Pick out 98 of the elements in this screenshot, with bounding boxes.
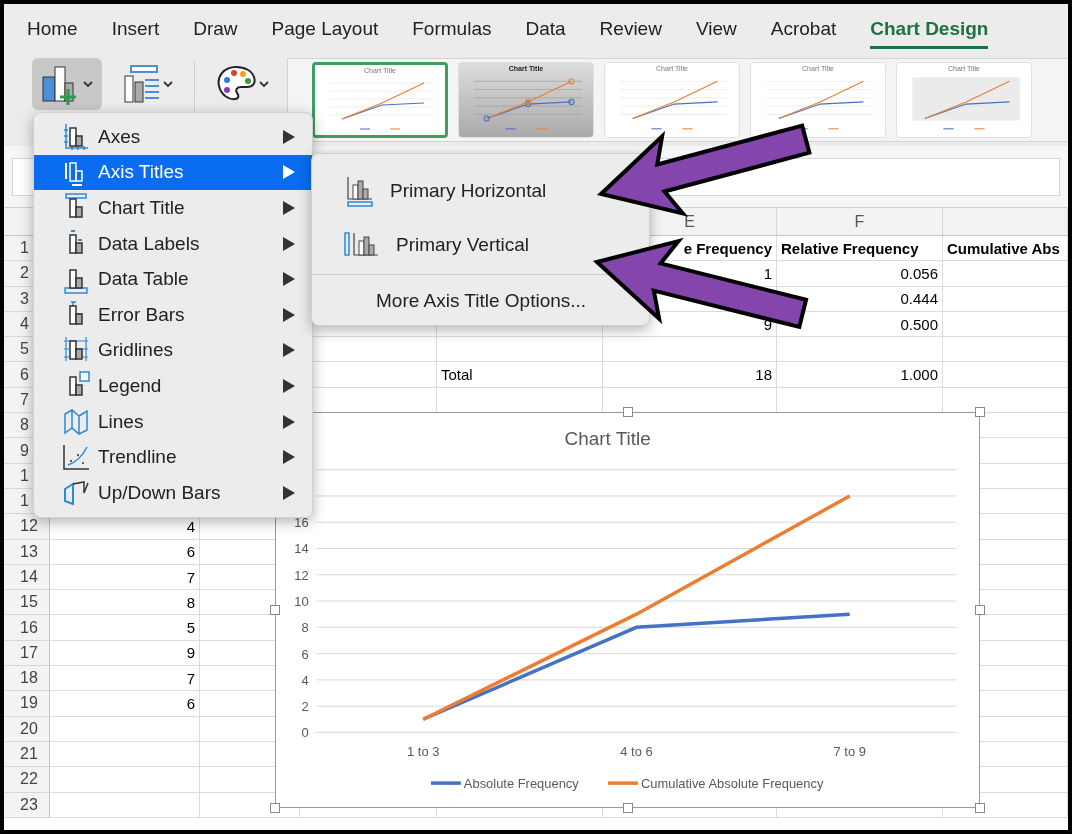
row-number[interactable]: 19: [4, 691, 50, 717]
submenu-arrow-icon: [282, 128, 296, 145]
menu-item[interactable]: Chart Title: [34, 190, 312, 226]
row-number[interactable]: 18: [4, 666, 50, 692]
resize-handle[interactable]: [975, 407, 985, 417]
table-cell: 6: [50, 539, 200, 565]
submenu-arrow-icon: [282, 377, 296, 394]
submenu-arrow-icon: [282, 164, 296, 181]
ribbon-tab[interactable]: View: [695, 11, 737, 49]
row-number[interactable]: 14: [4, 564, 50, 591]
chart-title: Chart Title: [564, 427, 651, 449]
submenu-arrow-icon: [282, 484, 296, 501]
table-cell: 7: [50, 666, 200, 692]
resize-handle[interactable]: [622, 803, 633, 813]
menu-item-label: Lines: [98, 410, 145, 433]
layout-icon: [121, 64, 161, 104]
axis-label: 4 to 6: [620, 744, 653, 760]
menu-item-label: Primary Horizontal: [390, 180, 547, 202]
resize-handle[interactable]: [975, 605, 985, 615]
caret-icon: [259, 80, 269, 88]
axis-label: 4: [301, 672, 309, 688]
table-cell: 7: [50, 564, 200, 591]
table-cell: Relative Frequency: [777, 236, 943, 262]
ribbon-tab[interactable]: Chart Design: [870, 11, 989, 49]
resize-handle[interactable]: [270, 605, 280, 615]
row-number[interactable]: 17: [4, 640, 50, 667]
row-number[interactable]: 12: [4, 514, 50, 540]
column-header[interactable]: F: [777, 208, 943, 236]
submenu-arrow-icon: [282, 235, 296, 252]
menu-item-label: Axis Titles: [98, 161, 185, 184]
menu-item-label: Gridlines: [98, 339, 174, 362]
ribbon-tab[interactable]: Review: [599, 11, 662, 49]
table-cell: 5: [50, 615, 200, 641]
axis-label: 1 to 3: [407, 744, 440, 760]
table-cell: 0.056: [777, 261, 943, 287]
menu-item-label: Error Bars: [98, 303, 186, 326]
resize-handle[interactable]: [270, 803, 280, 813]
ribbon-tab[interactable]: Insert: [111, 11, 160, 49]
row-number[interactable]: 23: [4, 792, 50, 818]
caret-icon: [83, 80, 93, 88]
row-number[interactable]: 22: [4, 767, 50, 793]
menu-item[interactable]: Axis Titles: [34, 154, 312, 191]
axis-label: 8: [301, 620, 309, 636]
menu-item-label: Axes: [98, 125, 142, 148]
menu-item-label: Data Table: [98, 268, 190, 291]
table-cell: 6: [50, 691, 200, 717]
axes-icon: [62, 121, 90, 152]
table-cell: Total: [437, 362, 603, 388]
legend-swatch: [608, 781, 638, 785]
table-cell: 1.000: [777, 362, 943, 388]
legend-swatch: [431, 781, 461, 785]
row-number[interactable]: 20: [4, 716, 50, 742]
menu-item-label: Chart Title: [98, 197, 186, 219]
axis-label: 2: [301, 699, 309, 715]
menu-item-label: Trendline: [98, 446, 178, 469]
ribbon-tool-button[interactable]: [32, 58, 102, 110]
axis-label: 16: [294, 515, 309, 531]
menu-item[interactable]: Axes: [34, 119, 312, 155]
legend-label: Absolute Frequency: [463, 776, 579, 792]
lines-icon: [62, 407, 90, 436]
ribbon-tab[interactable]: Home: [27, 11, 78, 49]
submenu-arrow-icon: [282, 271, 296, 288]
ribbon-tab[interactable]: Draw: [193, 11, 238, 49]
submenu-arrow-icon: [282, 342, 296, 359]
axis-label: 6: [301, 646, 309, 662]
axis-label: 0: [301, 725, 309, 741]
chart-area[interactable]: Chart Title 0 2 4 6 8 10 12 14 16 1 to 3 4 to 6 7 to 9 Absolute Frequency Cumulative Absolute Frequency: [275, 412, 980, 808]
submenu-arrow-icon: [282, 306, 296, 323]
submenu-arrow-icon: [282, 200, 296, 216]
menu-item-label: Legend: [98, 374, 163, 397]
resize-handle[interactable]: [622, 407, 633, 417]
horizontal-axis-title-icon: [344, 175, 376, 207]
table-cell: 18: [603, 362, 777, 388]
menu-item-label: Up/Down Bars: [98, 481, 222, 504]
menu-item-label: Primary Vertical: [396, 234, 530, 256]
caret-icon: [163, 80, 173, 88]
axis-label: 14: [294, 541, 309, 557]
trendline-icon: [62, 443, 90, 472]
table-cell: Cumulative Abs: [943, 236, 1068, 262]
axis-label: 12: [294, 567, 309, 583]
row-number[interactable]: 15: [4, 590, 50, 616]
ribbon-tab[interactable]: Page Layout: [271, 11, 379, 49]
table-cell: 9: [50, 640, 200, 667]
table-cell: 8: [50, 590, 200, 616]
resize-handle[interactable]: [975, 803, 985, 813]
row-number[interactable]: 16: [4, 615, 50, 641]
menu-item-label: Data Labels: [98, 232, 201, 255]
axis-label: 7 to 9: [833, 744, 866, 760]
submenu-arrow-icon: [282, 449, 296, 466]
legend-label: Cumulative Absolute Frequency: [640, 776, 824, 792]
up-down-bars-icon: [62, 478, 90, 507]
submenu-arrow-icon: [282, 413, 296, 430]
row-number[interactable]: 21: [4, 741, 50, 768]
ribbon-tab[interactable]: Acrobat: [770, 11, 837, 49]
row-number[interactable]: 13: [4, 539, 50, 565]
ribbon-tab[interactable]: Data: [525, 11, 566, 49]
axis-label: 10: [294, 594, 309, 609]
ribbon-tab[interactable]: Formulas: [412, 11, 492, 49]
